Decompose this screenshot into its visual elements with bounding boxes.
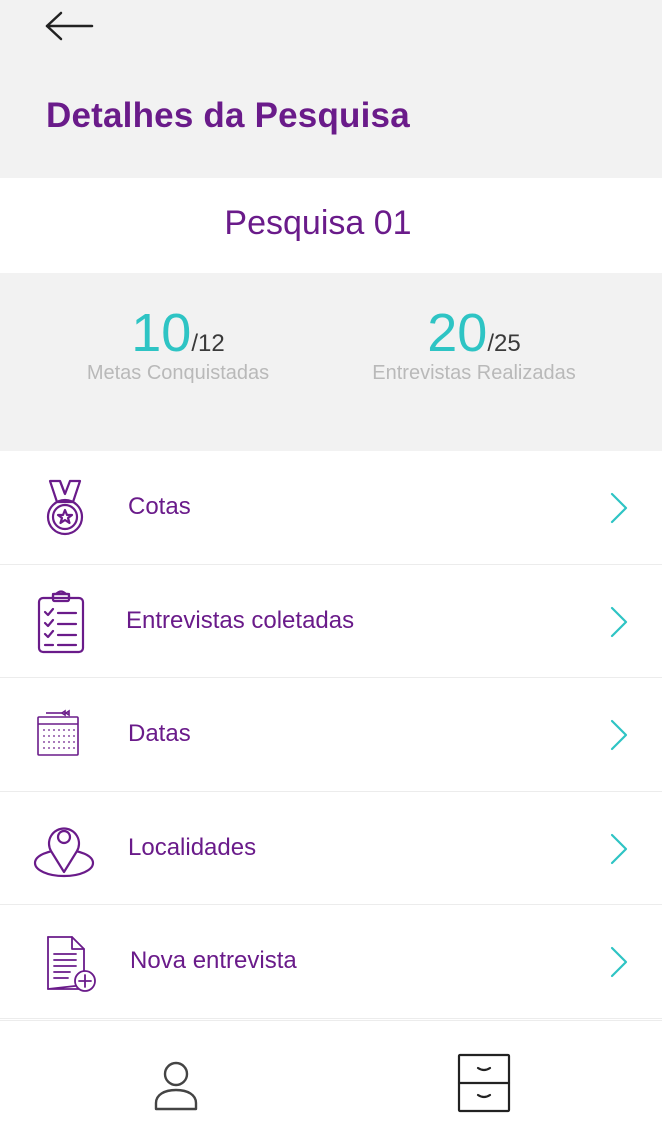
menu-item-nova-entrevista[interactable]: Nova entrevista [0,905,662,1019]
menu-list: Cotas Entrevistas coletadas Datas Locali… [0,451,662,1019]
profile-nav-button[interactable] [146,1051,206,1113]
goals-label: Metas Conquistadas [86,362,270,384]
menu-item-label: Entrevistas coletadas [126,606,355,634]
survey-name: Pesquisa 01 [224,204,412,242]
interviews-done-value: 20 [427,303,488,363]
menu-item-label: Datas [128,720,191,748]
clipboard-checklist-icon [37,590,85,653]
user-profile-icon [154,1061,198,1111]
interviews-label: Entrevistas Realizadas [372,362,576,384]
goals-total-value: /12 [191,330,225,357]
chevron-right-icon [610,492,628,524]
menu-item-label: Cotas [128,493,191,520]
goals-stat: 10/12 Metas Conquistadas [48,302,308,385]
location-pin-icon [33,827,95,877]
menu-item-entrevistas-coletadas[interactable]: Entrevistas coletadas [0,565,662,679]
header: Detalhes da Pesquisa [0,0,662,178]
chevron-right-icon [610,947,628,978]
new-document-icon [47,936,96,993]
chevron-right-icon [610,606,628,637]
bottom-navigation [0,1020,662,1136]
medal-icon [46,479,84,536]
back-button[interactable] [40,6,100,46]
interviews-total-value: /25 [487,330,521,357]
chevron-right-icon [610,833,628,864]
menu-item-cotas[interactable]: Cotas [0,451,662,565]
archive-nav-button[interactable] [452,1051,512,1113]
archive-drawer-icon [457,1053,511,1113]
menu-item-label: Localidades [128,833,257,861]
calendar-icon [37,709,79,756]
arrow-left-icon [45,11,94,41]
menu-item-localidades[interactable]: Localidades [0,792,662,906]
goals-achieved-value: 10 [131,303,192,363]
menu-item-label: Nova entrevista [130,947,297,975]
chevron-right-icon [610,720,628,751]
interviews-stat: 20/25 Entrevistas Realizadas [344,302,604,385]
menu-item-datas[interactable]: Datas [0,678,662,792]
page-title: Detalhes da Pesquisa [46,96,410,135]
